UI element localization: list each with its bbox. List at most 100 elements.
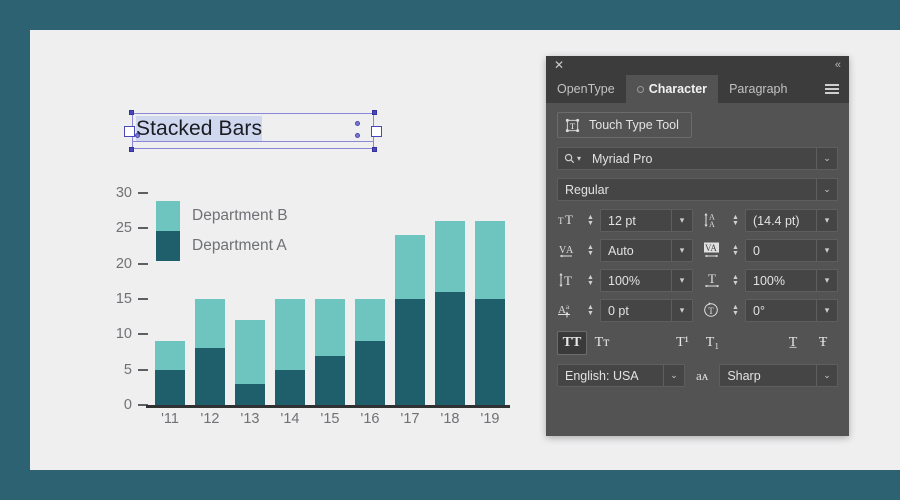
bar-stack[interactable] — [395, 235, 425, 405]
bar-segment-department-a[interactable] — [355, 341, 385, 405]
bar-stack[interactable] — [155, 341, 185, 405]
font-size-dropdown-icon[interactable]: ▾ — [671, 210, 692, 231]
all-caps-button[interactable]: TT — [557, 331, 587, 355]
page-title[interactable]: Stacked Bars — [136, 116, 263, 141]
leading-control[interactable]: A A ▲ ▼ (14.4 pt) ▾ — [702, 209, 838, 232]
anchor-mid-right[interactable] — [371, 126, 382, 137]
kerning-stepper[interactable]: ▲ ▼ — [585, 244, 596, 257]
anchor-top-right[interactable] — [372, 110, 377, 115]
bar-column[interactable] — [350, 193, 390, 405]
font-size-stepper[interactable]: ▲ ▼ — [585, 214, 596, 227]
font-family-dropdown-icon[interactable]: ⌄ — [816, 148, 837, 169]
tracking-stepper[interactable]: ▲ ▼ — [730, 244, 741, 257]
underline-button[interactable]: T̲ — [778, 331, 808, 355]
vertical-scale-stepper[interactable]: ▲ ▼ — [585, 274, 596, 287]
bar-stack[interactable] — [315, 299, 345, 405]
baseline-shift-stepper[interactable]: ▲ ▼ — [585, 304, 596, 317]
bar-stack[interactable] — [355, 299, 385, 405]
kerning-field[interactable]: Auto ▾ — [600, 239, 693, 262]
language-dropdown-icon[interactable]: ⌄ — [663, 365, 684, 386]
tracking-field[interactable]: 0 ▾ — [745, 239, 838, 262]
baseline-shift-dropdown-icon[interactable]: ▾ — [671, 300, 692, 321]
bar-segment-department-b[interactable] — [435, 221, 465, 292]
title-text-object[interactable]: Stacked Bars — [124, 110, 382, 152]
baseline-shift-control[interactable]: A a ▲ ▼ 0 pt ▾ — [557, 299, 693, 322]
bar-segment-department-a[interactable] — [315, 355, 345, 405]
anti-aliasing-field[interactable]: Sharp ⌄ — [719, 364, 838, 387]
font-style-field[interactable]: Regular ⌄ — [557, 178, 838, 201]
bar-segment-department-b[interactable] — [155, 341, 185, 370]
bar-segment-department-a[interactable] — [395, 299, 425, 405]
bar-segment-department-b[interactable] — [475, 221, 505, 299]
horizontal-scale-control[interactable]: T ▲ ▼ 100% ▾ — [702, 269, 838, 292]
bar-stack[interactable] — [475, 221, 505, 405]
bar-column[interactable] — [310, 193, 350, 405]
superscript-button[interactable]: T¹ — [668, 331, 698, 355]
tracking-control[interactable]: VA ▲ ▼ 0 ▾ — [702, 239, 838, 262]
bar-segment-department-a[interactable] — [155, 369, 185, 405]
tab-paragraph[interactable]: Paragraph — [718, 75, 798, 103]
anchor-bottom-left[interactable] — [129, 147, 134, 152]
character-rotation-field[interactable]: 0° ▾ — [745, 299, 838, 322]
tab-character[interactable]: Character — [625, 75, 719, 103]
small-caps-button[interactable]: Tᴛ — [587, 331, 617, 355]
character-rotation-dropdown-icon[interactable]: ▾ — [816, 300, 837, 321]
vertical-scale-field[interactable]: 100% ▾ — [600, 269, 693, 292]
baseline-shift-field[interactable]: 0 pt ▾ — [600, 299, 693, 322]
anchor-top-left[interactable] — [129, 110, 134, 115]
character-rotation-control[interactable]: T ▲ ▼ 0° ▾ — [702, 299, 838, 322]
out-port-marker-bottom[interactable] — [355, 133, 360, 138]
language-field[interactable]: English: USA ⌄ — [557, 364, 685, 387]
bar-column[interactable] — [390, 193, 430, 405]
search-icon[interactable]: ▾ — [558, 153, 585, 164]
bar-segment-department-b[interactable] — [235, 320, 265, 384]
in-port-marker[interactable] — [135, 133, 140, 138]
strikethrough-button[interactable]: Ŧ — [808, 331, 838, 355]
character-panel[interactable]: ✕ « OpenType Character Paragraph T Touch… — [546, 56, 849, 436]
bar-column[interactable] — [470, 193, 510, 405]
leading-stepper[interactable]: ▲ ▼ — [730, 214, 741, 227]
bar-segment-department-b[interactable] — [195, 299, 225, 349]
bar-stack[interactable] — [275, 299, 305, 405]
horizontal-scale-dropdown-icon[interactable]: ▾ — [816, 270, 837, 291]
vertical-scale-control[interactable]: T ▲ ▼ 100% ▾ — [557, 269, 693, 292]
font-family-field[interactable]: ▾ Myriad Pro ⌄ — [557, 147, 838, 170]
kerning-dropdown-icon[interactable]: ▾ — [671, 240, 692, 261]
anti-aliasing-dropdown-icon[interactable]: ⌄ — [816, 365, 837, 386]
bar-stack[interactable] — [195, 299, 225, 405]
bar-segment-department-b[interactable] — [355, 299, 385, 342]
bar-stack[interactable] — [235, 320, 265, 405]
bar-segment-department-a[interactable] — [275, 369, 305, 405]
character-rotation-stepper[interactable]: ▲ ▼ — [730, 304, 741, 317]
hamburger-icon[interactable] — [815, 75, 849, 103]
touch-type-tool-button[interactable]: T Touch Type Tool — [557, 112, 692, 138]
leading-dropdown-icon[interactable]: ▾ — [816, 210, 837, 231]
font-style-dropdown-icon[interactable]: ⌄ — [816, 179, 837, 200]
horizontal-scale-stepper[interactable]: ▲ ▼ — [730, 274, 741, 287]
chevron-down-icon[interactable]: ▾ — [577, 154, 581, 163]
bar-column[interactable] — [430, 193, 470, 405]
bar-segment-department-b[interactable] — [275, 299, 305, 370]
close-icon[interactable]: ✕ — [553, 59, 565, 71]
bar-segment-department-b[interactable] — [395, 235, 425, 299]
bar-segment-department-a[interactable] — [435, 291, 465, 405]
leading-field[interactable]: (14.4 pt) ▾ — [745, 209, 838, 232]
out-port-marker-top[interactable] — [355, 121, 360, 126]
bar-segment-department-a[interactable] — [475, 299, 505, 405]
bar-segment-department-a[interactable] — [235, 383, 265, 405]
anchor-mid-left[interactable] — [124, 126, 135, 137]
tracking-dropdown-icon[interactable]: ▾ — [816, 240, 837, 261]
horizontal-scale-field[interactable]: 100% ▾ — [745, 269, 838, 292]
stacked-bar-chart[interactable]: Stacked Bars 30 25 20 15 10 5 0 '11'12'13'14'1… — [100, 105, 520, 435]
bar-segment-department-b[interactable] — [315, 299, 345, 356]
kerning-control[interactable]: V A ▲ ▼ Auto ▾ — [557, 239, 693, 262]
font-size-control[interactable]: T T ▲ ▼ 12 pt ▾ — [557, 209, 693, 232]
bar-segment-department-a[interactable] — [195, 348, 225, 405]
vertical-scale-dropdown-icon[interactable]: ▾ — [671, 270, 692, 291]
tab-opentype[interactable]: OpenType — [546, 75, 626, 103]
bar-stack[interactable] — [435, 221, 465, 405]
collapse-panel-icon[interactable]: « — [835, 59, 841, 71]
anchor-bottom-right[interactable] — [372, 147, 377, 152]
subscript-button[interactable]: T₁ — [698, 331, 728, 355]
font-size-field[interactable]: 12 pt ▾ — [600, 209, 693, 232]
